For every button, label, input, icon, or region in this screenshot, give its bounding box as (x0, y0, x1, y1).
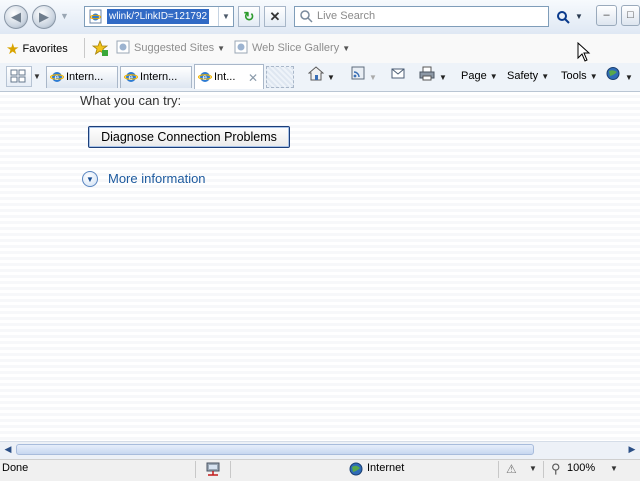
maximize-icon: □ (627, 9, 634, 21)
safety-menu[interactable]: Safety ▼ (507, 66, 549, 86)
mail-icon (391, 68, 405, 79)
ie-icon: e (50, 72, 64, 82)
diagnose-connection-button[interactable]: Diagnose Connection Problems (88, 126, 290, 148)
ie-icon (116, 40, 130, 54)
status-separator (543, 461, 544, 478)
chevron-down-icon: ▼ (369, 73, 377, 82)
print-icon (419, 66, 435, 81)
search-button[interactable] (553, 6, 573, 27)
back-icon: ◀ (11, 9, 21, 24)
recent-pages-dropdown[interactable]: ▼ (60, 11, 69, 21)
add-favorite-icon[interactable] (92, 39, 108, 57)
quick-tabs-button[interactable] (6, 66, 32, 87)
status-separator (195, 461, 196, 478)
read-mail-button[interactable] (390, 66, 406, 86)
suggested-sites-label: Suggested Sites (134, 42, 215, 54)
chevron-down-icon: ▼ (439, 73, 447, 82)
mouse-cursor-icon (577, 42, 591, 62)
chevron-down-icon: ▼ (625, 73, 633, 82)
favorites-star-icon: ★ (6, 41, 20, 58)
print-button[interactable]: ▼ (418, 66, 447, 86)
favorites-separator (84, 38, 85, 58)
svg-text:e: e (55, 73, 60, 82)
svg-text:e: e (203, 73, 208, 82)
ie-icon (234, 40, 248, 54)
forward-button[interactable]: ▶ (32, 5, 56, 29)
close-tab-icon[interactable]: ✕ (248, 66, 258, 89)
suggested-sites-link[interactable]: Suggested Sites ▼ (116, 40, 225, 56)
favorites-button[interactable]: ★ Favorites (6, 40, 68, 58)
ie-icon: e (198, 72, 212, 82)
address-bar[interactable]: wlink/?LinkID=121792 ▼ (84, 6, 234, 27)
network-icon (206, 462, 220, 476)
tools-menu[interactable]: Tools ▼ (561, 66, 598, 86)
scrollbar-thumb[interactable] (16, 444, 534, 455)
tab-list-dropdown[interactable]: ▼ (32, 66, 42, 87)
status-bar (0, 459, 640, 481)
web-slice-gallery-label: Web Slice Gallery (252, 42, 340, 54)
zoom-icon[interactable]: ⚲ (551, 461, 561, 477)
home-icon (308, 66, 324, 81)
scroll-left-arrow[interactable]: ◀ (0, 442, 16, 457)
tab-2[interactable]: e Intern... (120, 66, 192, 88)
tab-label: Int... (214, 71, 236, 83)
address-url[interactable]: wlink/?LinkID=121792 (107, 9, 210, 24)
address-dropdown[interactable]: ▼ (218, 7, 233, 26)
tools-menu-label: Tools (561, 70, 587, 82)
stop-icon: ✕ (269, 9, 281, 24)
more-information-link[interactable]: More information (108, 171, 206, 186)
live-search-icon (300, 10, 313, 23)
ie-icon: e (124, 72, 138, 82)
protected-mode-icon[interactable]: ⚠ (506, 462, 517, 476)
chevron-down-icon: ▼ (342, 44, 351, 53)
what-you-can-try-heading: What you can try: (80, 93, 182, 108)
status-text: Done (2, 462, 29, 474)
research-button[interactable]: ▼ (605, 66, 633, 86)
minimize-icon: – (603, 9, 610, 21)
search-placeholder: Live Search (317, 10, 376, 22)
chevron-down-icon[interactable]: ▼ (529, 464, 537, 473)
page-menu[interactable]: Page ▼ (461, 66, 498, 86)
feeds-button[interactable]: ▼ (350, 66, 377, 86)
search-icon (557, 11, 570, 24)
stop-button[interactable]: ✕ (264, 6, 286, 27)
favorites-label: Favorites (22, 43, 68, 55)
maximize-button[interactable]: □ (621, 5, 640, 26)
scroll-right-arrow[interactable]: ▶ (624, 442, 640, 457)
page-icon (89, 9, 102, 24)
minimize-button[interactable]: – (596, 5, 617, 26)
research-icon (606, 67, 620, 80)
tab-1[interactable]: e Intern... (46, 66, 118, 88)
tab-3-active[interactable]: e Int... ✕ (194, 64, 264, 89)
expand-icon[interactable]: ▼ (82, 171, 98, 187)
svg-text:e: e (129, 73, 134, 82)
chevron-down-icon: ▼ (327, 73, 335, 82)
web-slice-gallery-link[interactable]: Web Slice Gallery ▼ (234, 40, 350, 56)
zoom-level[interactable]: 100% (567, 462, 595, 474)
new-tab-button[interactable] (266, 66, 294, 88)
search-box[interactable]: Live Search (294, 6, 549, 27)
zoom-dropdown[interactable]: ▼ (610, 464, 618, 473)
chevron-down-icon: ▼ (217, 44, 226, 53)
tab-label: Intern... (140, 71, 178, 83)
search-options-dropdown[interactable]: ▼ (575, 6, 587, 27)
back-button[interactable]: ◀ (4, 5, 28, 29)
quick-tabs-icon (10, 69, 26, 83)
security-zone-label: Internet (367, 462, 405, 474)
refresh-button[interactable]: ↻ (238, 6, 260, 27)
tab-label: Intern... (66, 71, 104, 83)
safety-menu-label: Safety (507, 70, 539, 82)
chevron-down-icon: ▼ (589, 72, 598, 81)
status-separator (230, 461, 231, 478)
status-separator (498, 461, 499, 478)
chevron-down-icon: ▼ (541, 72, 550, 81)
feeds-icon (351, 66, 365, 80)
home-button[interactable]: ▼ (308, 66, 335, 86)
refresh-icon: ↻ (243, 9, 255, 24)
page-menu-label: Page (461, 70, 487, 82)
forward-icon: ▶ (39, 9, 49, 24)
globe-icon (349, 462, 363, 476)
chevron-down-icon: ▼ (489, 72, 498, 81)
